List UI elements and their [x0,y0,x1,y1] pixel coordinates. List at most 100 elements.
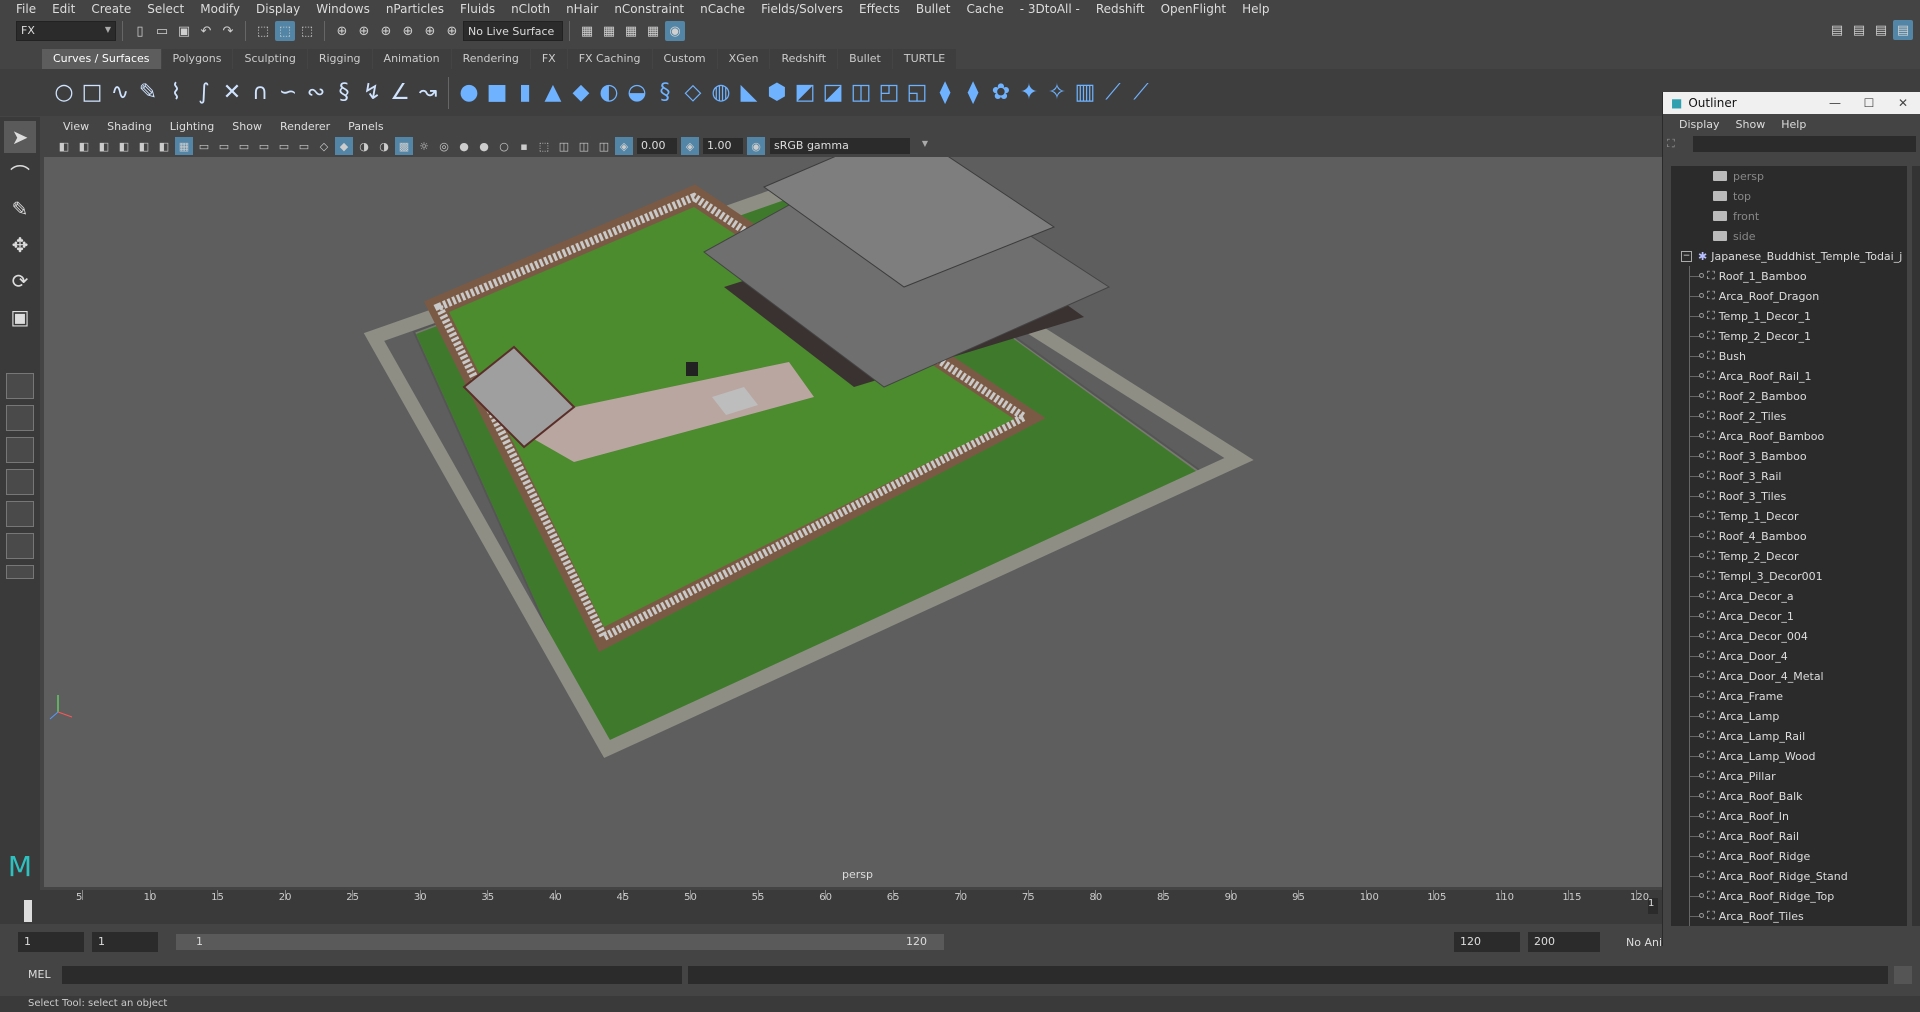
command-language-label[interactable]: MEL [28,968,51,981]
loft-icon[interactable]: § [651,77,679,109]
menu-item-modify[interactable]: Modify [192,2,248,16]
menu-item-fluids[interactable]: Fluids [452,2,503,16]
shelf-tab-fx[interactable]: FX [530,49,567,69]
persp-graph-layout-icon[interactable] [6,469,34,495]
ipr-render-icon[interactable]: ▦ [621,21,641,41]
outliner-mesh-item[interactable]: ⛶ Arca_Pillar [1671,766,1907,786]
outliner-mesh-item[interactable]: ⛶ Arca_Decor_004 [1671,626,1907,646]
boundary-icon[interactable]: ⬢ [763,77,791,109]
gamma-icon[interactable]: ◈ [681,137,699,155]
menu-item-redshift[interactable]: Redshift [1088,2,1153,16]
nurbs-circle-icon[interactable]: ○ [50,77,78,109]
film-gate-icon[interactable]: ▭ [195,137,213,155]
paint-select-icon[interactable]: ✎ [4,193,36,225]
move-tool-icon[interactable]: ✥ [4,229,36,261]
outliner-mesh-item[interactable]: ⛶ Roof_2_Tiles [1671,406,1907,426]
custom-layout-icon[interactable] [6,533,34,559]
motion-blur-icon[interactable]: ● [475,137,493,155]
menu-item-edit[interactable]: Edit [44,2,83,16]
viewport-menu-panels[interactable]: Panels [339,120,392,133]
outliner-mesh-item[interactable]: ⛶ Roof_1_Bamboo [1671,266,1907,286]
shelf-tab-turtle[interactable]: TURTLE [892,49,957,69]
outliner-search-input[interactable] [1692,136,1916,152]
tool-settings-icon[interactable]: ▤ [1871,20,1891,40]
outliner-mesh-item[interactable]: ⛶ Roof_4_Bamboo [1671,526,1907,546]
outliner-menu-help[interactable]: Help [1773,118,1814,131]
curve-tool-icon[interactable]: ↝ [414,77,442,109]
outliner-mesh-item[interactable]: ⛶ Arca_Roof_Dragon [1671,286,1907,306]
outliner-mesh-item[interactable]: ⛶ Roof_2_Bamboo [1671,386,1907,406]
default-material-icon[interactable]: ◑ [355,137,373,155]
revolve-icon[interactable]: ◒ [623,77,651,109]
screen-space-ao-icon[interactable]: ● [455,137,473,155]
collapse-icon[interactable]: − [1681,250,1692,262]
outliner-mesh-item[interactable]: ⛶ Bush [1671,346,1907,366]
outliner-menu-show[interactable]: Show [1728,118,1774,131]
scene-start-field[interactable]: 1 [18,932,84,952]
multisample-aa-icon[interactable]: ○ [495,137,513,155]
shelf-tab-fx-caching[interactable]: FX Caching [567,49,652,69]
grease-pencil-icon[interactable]: ◧ [155,137,173,155]
menu-item-ncloth[interactable]: nCloth [503,2,558,16]
menu-item-create[interactable]: Create [83,2,139,16]
detach-surface-icon[interactable]: ✿ [987,77,1015,109]
rotate-tool-icon[interactable]: ⟳ [4,265,36,297]
shelf-tab-curves-surfaces[interactable]: Curves / Surfaces [42,49,161,69]
align-surface-icon[interactable]: ✦ [1015,77,1043,109]
render-settings-icon[interactable]: ▦ [577,21,597,41]
viewport-menu-shading[interactable]: Shading [98,120,161,133]
menu-item-3dtoall[interactable]: - 3DtoAll - [1012,2,1088,16]
xray-icon[interactable]: ◫ [555,137,573,155]
select-tool-icon[interactable]: ➤ [4,121,36,153]
curve-intersect-icon[interactable]: ✕ [218,77,246,109]
live-surface-field[interactable]: No Live Surface [463,21,563,41]
rebuild-curve-icon[interactable]: § [330,77,358,109]
color-management-icon[interactable]: ◉ [747,137,765,155]
menu-set-selector[interactable]: FX [16,21,116,41]
outliner-mesh-item[interactable]: ⛶ Arca_Roof_Balk [1671,786,1907,806]
outliner-camera-front[interactable]: front [1671,206,1907,226]
project-curve-icon[interactable]: ⧫ [931,77,959,109]
outliner-scrollbar[interactable] [1912,166,1920,926]
outliner-mesh-item[interactable]: ⛶ Temp_2_Decor [1671,546,1907,566]
modeling-toolkit-icon[interactable]: ▤ [1827,20,1847,40]
nurbs-torus-icon[interactable]: ◐ [595,77,623,109]
nurbs-sphere-icon[interactable]: ● [455,77,483,109]
menu-item-fields-solvers[interactable]: Fields/Solvers [753,2,851,16]
playback-end-field[interactable]: 120 [1454,932,1520,952]
shelf-tab-redshift[interactable]: Redshift [770,49,838,69]
gamma-field[interactable]: 1.00 [703,138,743,154]
viewport-menu-lighting[interactable]: Lighting [161,120,223,133]
outliner-mesh-item[interactable]: ⛶ Arca_Roof_Tiles [1671,906,1907,926]
menu-item-help[interactable]: Help [1234,2,1277,16]
menu-item-openflight[interactable]: OpenFlight [1153,2,1235,16]
hypershade-icon[interactable]: ◉ [665,21,685,41]
shelf-tab-polygons[interactable]: Polygons [161,49,233,69]
field-chart-icon[interactable]: ▭ [255,137,273,155]
nurbs-square-icon[interactable]: □ [78,77,106,109]
outliner-mesh-item[interactable]: ⛶ Arca_Lamp_Wood [1671,746,1907,766]
render-frame-icon[interactable]: ▦ [599,21,619,41]
nurbs-cylinder-icon[interactable]: ▮ [511,77,539,109]
outliner-mesh-item[interactable]: ⛶ Arca_Decor_1 [1671,606,1907,626]
outliner-root-group[interactable]: − ✱ Japanese_Buddhist_Temple_Todai_j [1671,246,1907,266]
command-input[interactable] [62,966,682,984]
playback-start-field[interactable]: 1 [92,932,158,952]
outliner-mesh-item[interactable]: ⛶ Temp_1_Decor [1671,506,1907,526]
textured-icon[interactable]: ▩ [395,137,413,155]
script-editor-icon[interactable] [1894,966,1912,984]
attach-curve-icon[interactable]: ∽ [274,77,302,109]
offset-curve-icon[interactable]: ↯ [358,77,386,109]
menu-item-nconstraint[interactable]: nConstraint [606,2,692,16]
outliner-mesh-item[interactable]: ⛶ Templ_3_Decor001 [1671,566,1907,586]
cv-curve-icon[interactable]: ⌇ [162,77,190,109]
outliner-mesh-item[interactable]: ⛶ Arca_Roof_Bamboo [1671,426,1907,446]
menu-item-cache[interactable]: Cache [958,2,1011,16]
fillet-curve-icon[interactable]: ∠ [386,77,414,109]
new-scene-icon[interactable]: ▯ [130,21,150,41]
insert-isoparm-icon[interactable]: ▥ [1071,77,1099,109]
hypershade-layout-icon[interactable] [6,501,34,527]
bezier-curve-icon[interactable]: ∫ [190,77,218,109]
layout-options-icon[interactable] [6,565,34,579]
untrim-icon[interactable]: ◰ [875,77,903,109]
